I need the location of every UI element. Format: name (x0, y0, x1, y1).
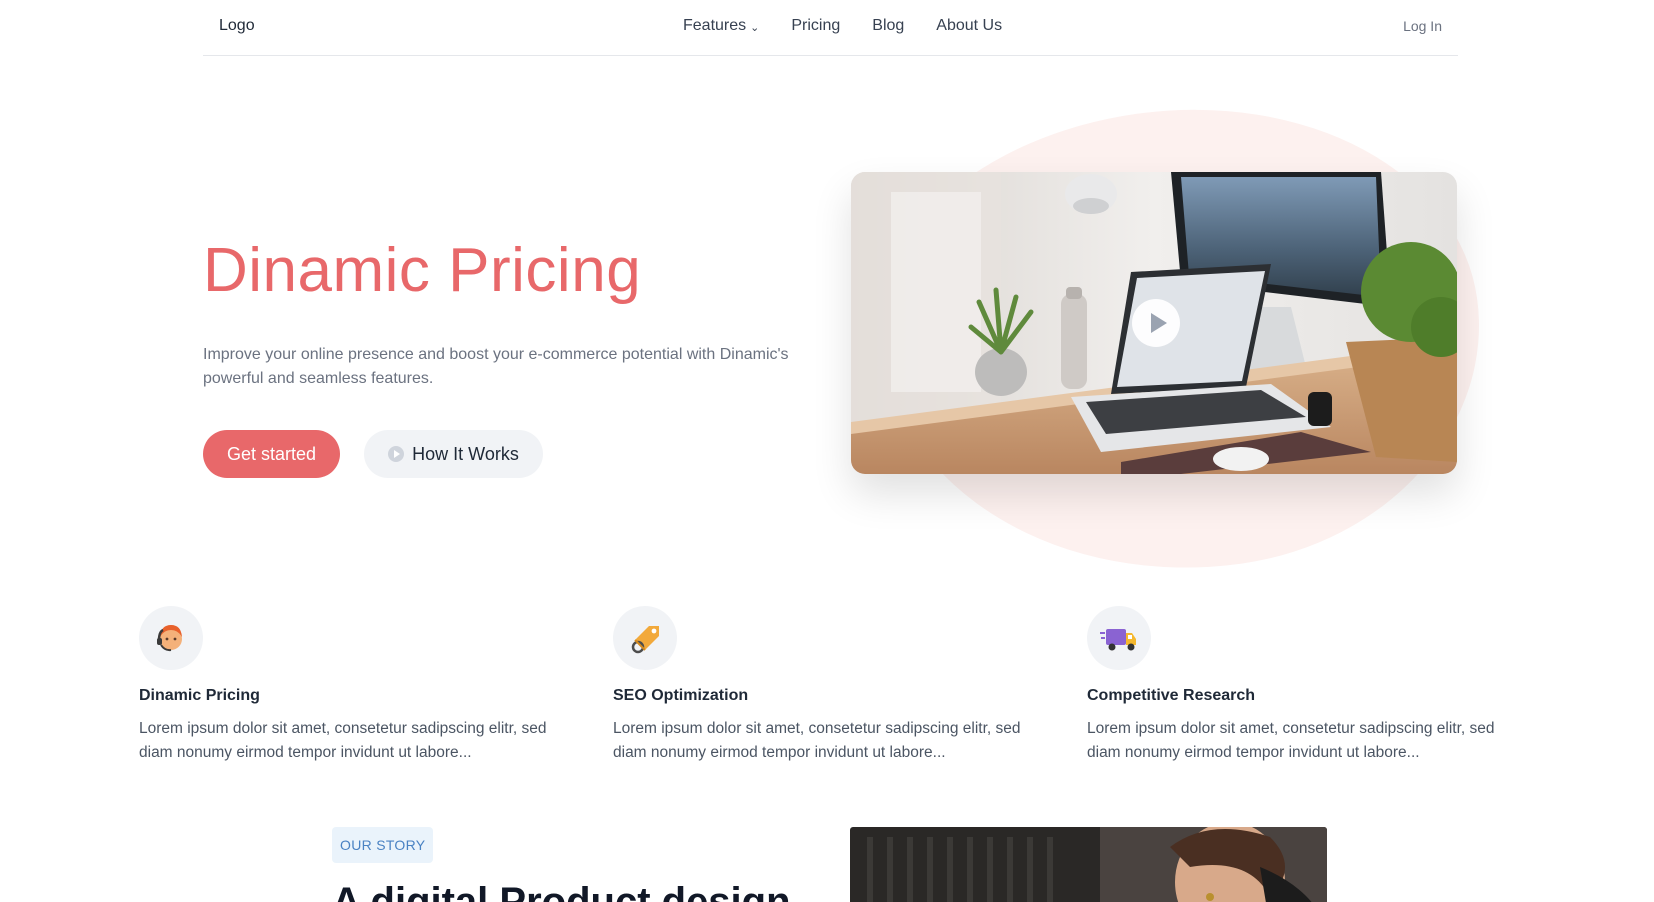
feature-card-dinamic-pricing: Dinamic Pricing Lorem ipsum dolor sit am… (139, 606, 579, 765)
feature-title: Dinamic Pricing (139, 687, 260, 704)
feature-description: Lorem ipsum dolor sit amet, consetetur s… (1087, 720, 1495, 761)
nav-item-pricing[interactable]: Pricing (791, 17, 840, 35)
logo[interactable]: Logo (219, 17, 255, 35)
get-started-button[interactable]: Get started (203, 430, 340, 478)
play-circle-icon (388, 446, 405, 462)
main-menu: Features ⌄ Pricing Blog About Us (683, 17, 1002, 35)
login-link[interactable]: Log In (1403, 18, 1442, 34)
feature-card-seo-optimization: SEO Optimization Lorem ipsum dolor sit a… (613, 606, 1053, 765)
nav-item-features[interactable]: Features ⌄ (683, 17, 759, 35)
hero-video-thumbnail[interactable] (851, 172, 1457, 474)
story-photo (850, 827, 1327, 902)
support-agent-icon (139, 606, 203, 670)
chevron-down-icon: ⌄ (750, 21, 760, 34)
nav-item-label: Pricing (791, 17, 841, 34)
play-icon[interactable] (1132, 299, 1180, 347)
button-label: Get started (226, 443, 317, 464)
section-badge: OUR STORY (332, 827, 434, 863)
nav-item-label: About Us (936, 17, 1003, 34)
nav-item-label: Blog (872, 17, 905, 34)
hero-title: Dinamic Pricing (203, 236, 642, 305)
feature-title: Competitive Research (1087, 687, 1256, 704)
button-label: How It Works (412, 443, 519, 464)
nav-item-label: Features (683, 17, 747, 34)
story-heading: A digital Product design (332, 880, 791, 902)
feature-description: Lorem ipsum dolor sit amet, consetetur s… (613, 720, 1021, 761)
nav-item-blog[interactable]: Blog (872, 17, 904, 35)
top-navigation: Logo Features ⌄ Pricing Blog About Us Lo… (203, 0, 1458, 56)
landing-page: Logo Features ⌄ Pricing Blog About Us Lo… (0, 0, 1654, 902)
nav-item-about-us[interactable]: About Us (936, 17, 1002, 35)
delivery-truck-icon (1087, 606, 1151, 670)
price-tag-icon (613, 606, 677, 670)
feature-description: Lorem ipsum dolor sit amet, consetetur s… (139, 720, 547, 761)
feature-card-competitive-research: Competitive Research Lorem ipsum dolor s… (1087, 606, 1527, 765)
hero-subtitle: Improve your online presence and boost y… (203, 346, 789, 387)
how-it-works-button[interactable]: How It Works (364, 430, 543, 478)
feature-title: SEO Optimization (613, 687, 749, 704)
